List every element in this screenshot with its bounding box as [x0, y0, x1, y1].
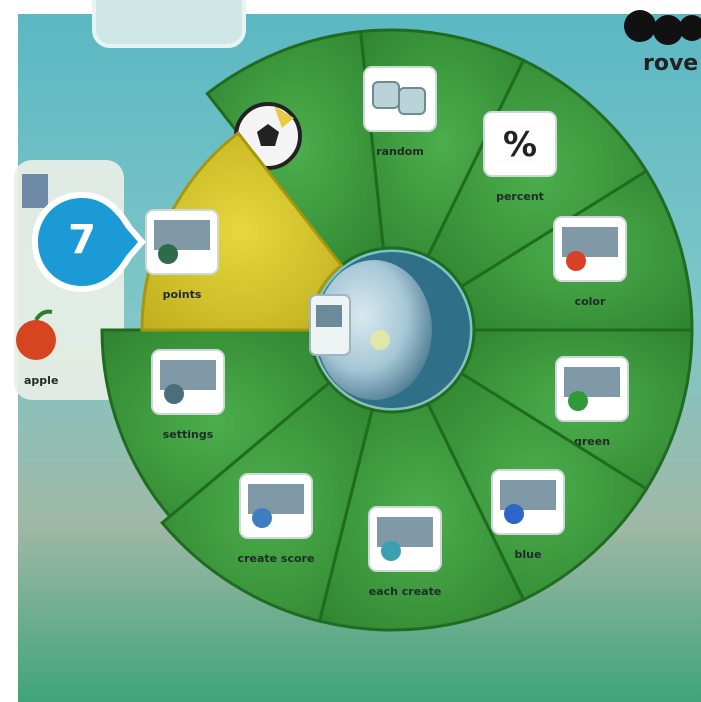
svg-text:%: %	[503, 125, 537, 165]
segment-label-color: color	[575, 295, 606, 308]
segment-label-points: points	[163, 288, 202, 301]
game-canvas: rove apple zerorandom%percentcolorgreenb…	[0, 0, 701, 702]
dice-icon	[363, 66, 437, 132]
display-person-icon	[239, 473, 313, 539]
step-number: 7	[68, 217, 96, 263]
hub-star-icon	[370, 330, 390, 350]
display-blue-icon	[491, 469, 565, 535]
display-red-icon	[553, 216, 627, 282]
display-settings-icon	[151, 349, 225, 415]
scene: rove apple zerorandom%percentcolorgreenb…	[0, 0, 701, 702]
display-touch-icon	[368, 506, 442, 572]
top-panel[interactable]	[92, 0, 246, 48]
segment-label-each-create: each create	[369, 585, 442, 598]
apple-label: apple	[24, 374, 58, 387]
segment-label-create-score: create score	[238, 552, 315, 565]
display-green-icon	[555, 356, 629, 422]
segment-label-percent: percent	[496, 190, 544, 203]
brand-text: rove	[643, 51, 698, 76]
digital-display-icon	[145, 209, 219, 275]
segment-label-settings: settings	[163, 428, 214, 441]
segment-label-random: random	[376, 145, 424, 158]
segment-label-blue: blue	[515, 548, 542, 561]
percent-icon: %	[483, 111, 557, 177]
step-badge: 7	[28, 188, 146, 298]
